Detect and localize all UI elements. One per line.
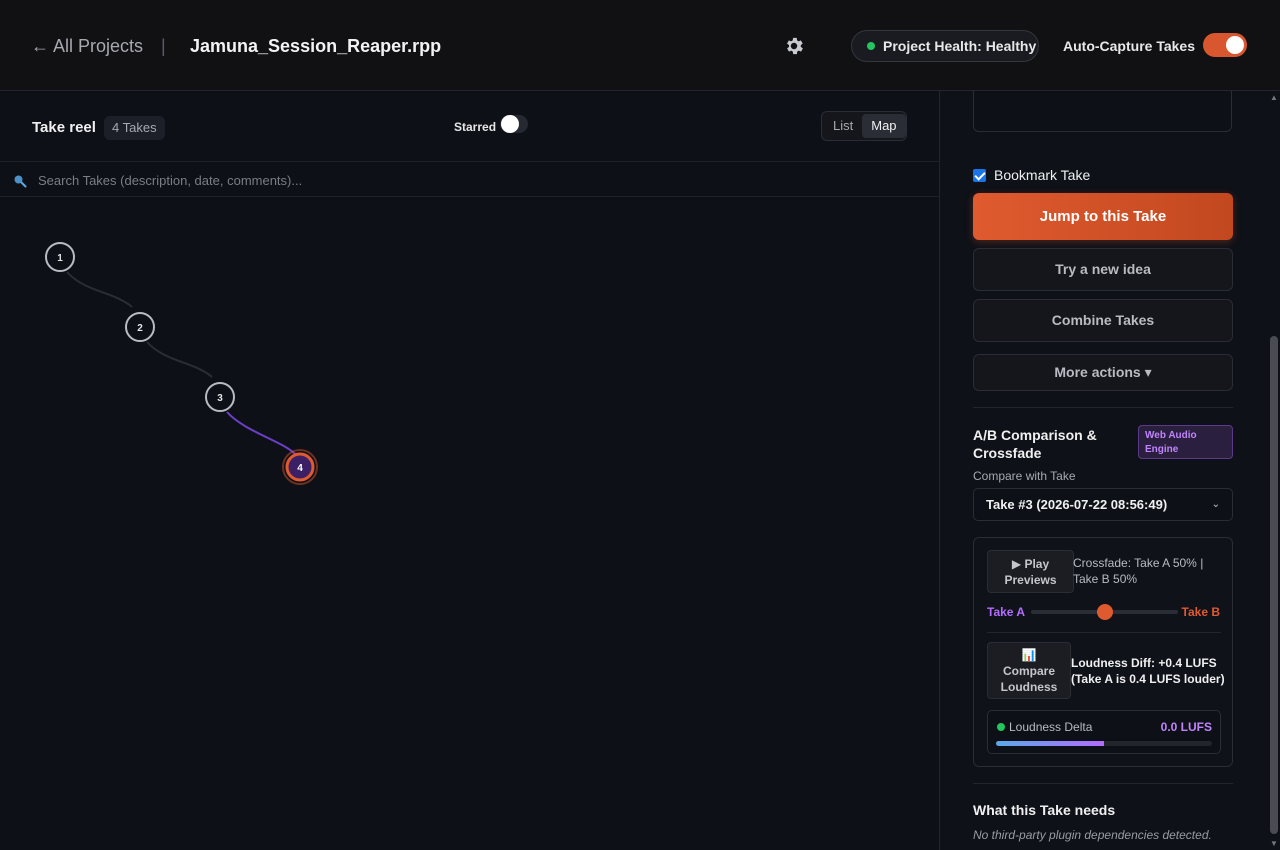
search-input[interactable] — [38, 170, 918, 190]
compare-with-label: Compare with Take — [973, 469, 1076, 483]
status-dot — [997, 723, 1005, 731]
divider — [973, 407, 1233, 408]
sidebar-scrollbar[interactable]: ▲ ▼ — [1268, 91, 1280, 850]
bar-chart-icon: 📊 — [1021, 648, 1037, 662]
compare-take-select[interactable]: Take #3 (2026-07-22 08:56:49) ⌄ — [973, 488, 1233, 521]
take-node-label: 2 — [137, 323, 143, 334]
take-map: 1 2 3 4 — [45, 242, 318, 485]
gear-icon[interactable] — [783, 35, 805, 57]
try-new-idea-button[interactable]: Try a new idea — [973, 248, 1233, 291]
view-map-button[interactable]: Map — [862, 114, 906, 138]
take-notes-box[interactable] — [973, 91, 1232, 132]
ab-comparison-title: A/B Comparison & Crossfade — [973, 427, 1097, 461]
view-switch: List Map — [821, 111, 907, 141]
loudness-delta-label: Loudness Delta — [1009, 720, 1093, 734]
project-health-badge[interactable]: Project Health: Healthy — [851, 30, 1039, 62]
starred-toggle[interactable] — [500, 115, 528, 133]
auto-capture-toggle[interactable] — [1203, 33, 1247, 57]
loudness-delta-bar — [996, 741, 1212, 746]
bookmark-take-checkbox[interactable]: Bookmark Take — [973, 167, 1090, 183]
take-link — [66, 271, 133, 308]
view-list-button[interactable]: List — [824, 114, 862, 138]
take-count-badge: 4 Takes — [104, 116, 165, 140]
scroll-down-arrow-icon[interactable]: ▼ — [1270, 839, 1278, 848]
compare-take-value: Take #3 (2026-07-22 08:56:49) — [986, 497, 1168, 512]
take-needs-title: What this Take needs — [973, 802, 1116, 818]
take-reel-panel: Take reel 4 Takes Starred List Map 1 2 — [0, 91, 939, 850]
loudness-delta-meter: Loudness Delta 0.0 LUFS — [987, 710, 1221, 754]
combine-takes-button[interactable]: Combine Takes — [973, 299, 1233, 342]
take-node-2[interactable]: 2 — [125, 312, 155, 342]
take-node-label: 1 — [57, 253, 63, 264]
divider — [987, 632, 1221, 633]
toggle-knob — [1226, 36, 1244, 54]
loudness-delta-fill — [996, 741, 1104, 746]
play-previews-button[interactable]: ▶ Play Previews — [987, 550, 1074, 593]
crossfade-status: Crossfade: Take A 50% | Take B 50% — [1073, 556, 1204, 586]
take-a-label: Take A — [987, 605, 1026, 619]
take-detail-panel: Bookmark Take Jump to this Take Try a ne… — [939, 91, 1280, 850]
scroll-up-arrow-icon[interactable]: ▲ — [1270, 93, 1278, 102]
starred-label: Starred — [454, 120, 497, 134]
take-link — [146, 341, 213, 378]
reel-title: Take reel — [32, 119, 96, 136]
scrollbar-thumb[interactable] — [1270, 336, 1278, 834]
compare-loudness-label: Compare Loudness — [1000, 664, 1058, 694]
health-label: Project Health: Healthy — [883, 38, 1037, 54]
take-b-label: Take B — [1181, 605, 1220, 619]
chevron-down-icon: ⌄ — [1211, 499, 1220, 510]
take-node-3[interactable]: 3 — [205, 382, 235, 412]
loudness-diff-text: Loudness Diff: +0.4 LUFS (Take A is 0.4 … — [1071, 656, 1225, 686]
all-projects-link[interactable]: ← All Projects — [31, 36, 143, 57]
more-actions-button[interactable]: More actions ▾ — [973, 354, 1233, 391]
checkbox-checked-icon[interactable] — [973, 168, 986, 182]
search-bar — [0, 162, 939, 197]
take-node-label: 4 — [297, 463, 303, 474]
take-node-4-selected[interactable]: 4 — [282, 449, 318, 485]
project-title: Jamuna_Session_Reaper.rpp — [190, 36, 442, 56]
ab-controls-box: ▶ Play Previews Crossfade: Take A 50% | … — [973, 537, 1233, 767]
toggle-knob — [501, 115, 519, 133]
loudness-delta-value: 0.0 LUFS — [1160, 720, 1212, 734]
breadcrumb-separator: | — [161, 36, 166, 56]
health-status-dot — [867, 42, 875, 50]
top-bar: ← All Projects | Jamuna_Session_Reaper.r… — [0, 0, 1280, 91]
auto-capture-label: Auto-Capture Takes — [1063, 38, 1195, 54]
reel-header: Take reel 4 Takes Starred List Map — [0, 91, 939, 162]
take-node-1[interactable]: 1 — [45, 242, 75, 272]
bookmark-label: Bookmark Take — [994, 167, 1091, 183]
jump-to-take-button[interactable]: Jump to this Take — [973, 193, 1233, 240]
web-audio-engine-badge: Web Audio Engine — [1138, 425, 1233, 459]
take-needs-text: No third-party plugin dependencies detec… — [973, 828, 1212, 842]
crossfade-slider-thumb[interactable] — [1096, 604, 1113, 620]
take-node-label: 3 — [217, 393, 223, 404]
search-icon — [14, 175, 27, 188]
compare-loudness-button[interactable]: 📊 Compare Loudness — [987, 642, 1071, 699]
divider — [973, 783, 1233, 784]
take-link-active — [226, 411, 297, 456]
